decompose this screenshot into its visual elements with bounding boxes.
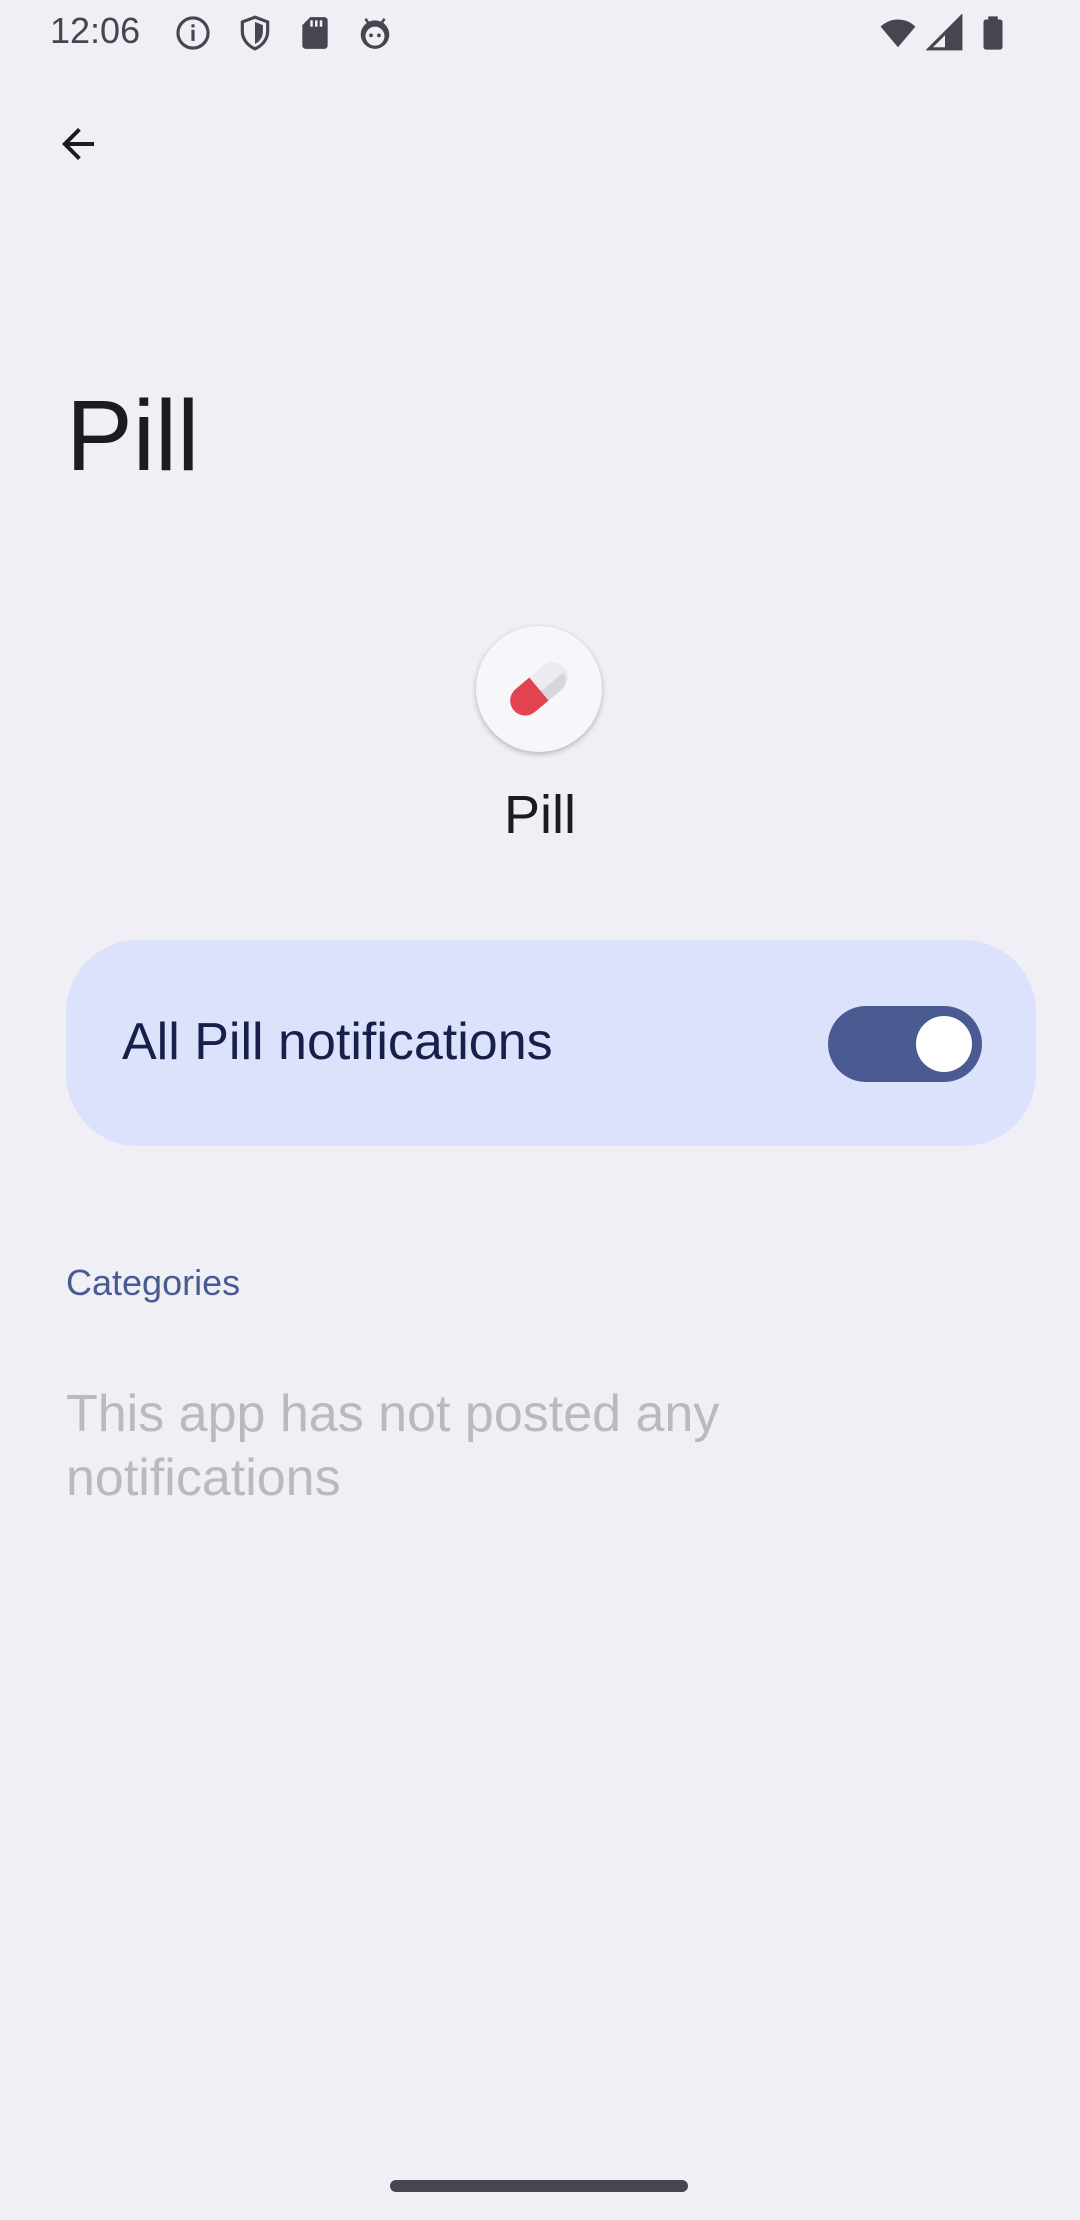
pill-icon <box>510 662 568 716</box>
status-time: 12:06 <box>50 10 141 51</box>
page-title: Pill <box>66 380 200 492</box>
battery-icon <box>974 14 1012 52</box>
signal-icon <box>925 13 964 52</box>
shield-icon <box>236 14 274 52</box>
navigation-handle[interactable] <box>390 2180 688 2192</box>
categories-header: Categories <box>66 1262 241 1303</box>
empty-notifications-message: This app has not posted any notification… <box>66 1385 720 1507</box>
arrow-left-icon <box>62 128 94 160</box>
sd-card-icon <box>296 14 334 52</box>
app-name: Pill <box>503 785 576 845</box>
info-icon <box>174 14 212 52</box>
all-notifications-label: All Pill notifications <box>122 1013 553 1071</box>
back-button[interactable] <box>40 106 116 182</box>
wifi-icon <box>878 14 916 52</box>
all-notifications-toggle-row[interactable]: All Pill notifications <box>66 940 1036 1146</box>
status-bar: 12:06 <box>0 0 1080 64</box>
notifications-switch[interactable] <box>828 1006 982 1082</box>
android-head-icon <box>356 14 394 52</box>
switch-thumb <box>916 1016 972 1072</box>
app-icon <box>476 626 602 752</box>
